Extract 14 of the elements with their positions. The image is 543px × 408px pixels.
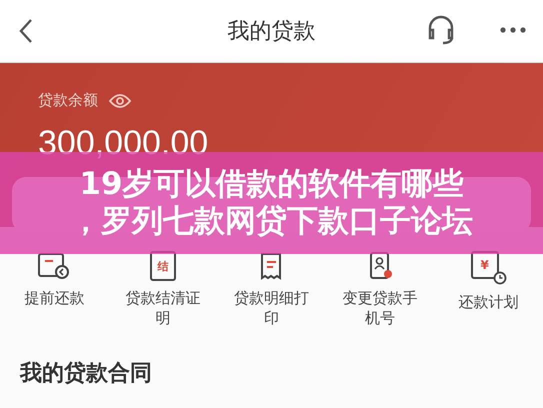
banner-headline: 19岁可以借款的软件有哪些 — [79, 166, 464, 203]
banner-headline: ，罗列七款网贷下款口子论坛 — [70, 203, 473, 240]
action-label[interactable]: 变更贷款手机号 — [338, 289, 422, 328]
eye-icon[interactable] — [108, 92, 132, 110]
action-label[interactable]: 还款计划 — [446, 293, 531, 312]
balance-amount: 300,000.00 — [38, 124, 210, 163]
action-label[interactable]: 贷款结清证明 — [120, 289, 205, 328]
balance-label: 贷款余额 — [38, 91, 98, 110]
calendar-clock-icon[interactable] — [37, 251, 72, 281]
section-title: 我的贷款合同 — [20, 360, 153, 388]
back-icon[interactable] — [18, 18, 34, 44]
action-label[interactable]: 提前还款 — [12, 289, 96, 308]
action-label[interactable]: 贷款明细打印 — [229, 289, 314, 328]
page-title: 我的贷款 — [228, 18, 316, 46]
